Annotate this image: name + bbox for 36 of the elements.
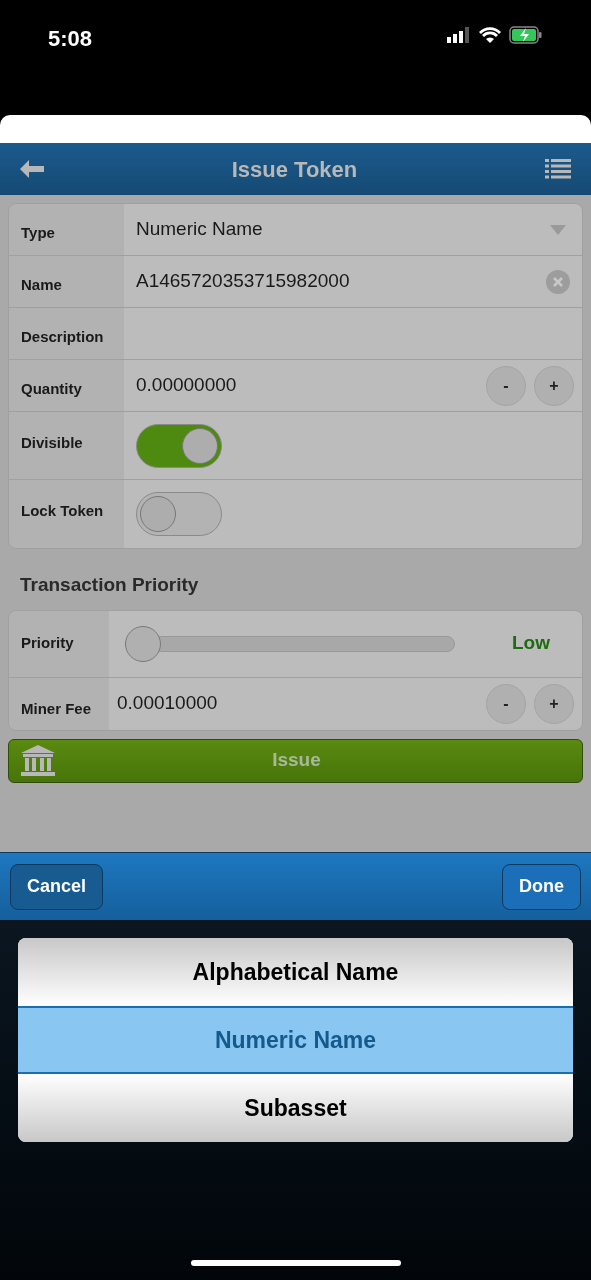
field-label: Type xyxy=(21,223,55,244)
plus-button[interactable]: + xyxy=(534,365,574,406)
toggle-switch[interactable] xyxy=(136,423,222,468)
field-label: Miner Fee xyxy=(21,699,92,720)
battery-charging-icon xyxy=(509,26,543,44)
minus-button[interactable]: - xyxy=(486,365,526,406)
field-label: Description xyxy=(21,327,104,348)
picker-option[interactable]: Numeric Name xyxy=(18,1006,573,1074)
description-field[interactable] xyxy=(124,308,582,359)
section-title: Transaction Priority xyxy=(20,573,200,597)
signal-icon xyxy=(447,27,471,43)
field-value: A1465720353715982000 xyxy=(136,269,350,294)
priority-slider[interactable] xyxy=(125,625,455,662)
status-time: 5:08 xyxy=(48,25,93,53)
field-label: Lock Token xyxy=(21,501,104,521)
field-value: 0.00010000 xyxy=(117,691,218,716)
slider-thumb[interactable] xyxy=(125,625,161,662)
field-label: Name xyxy=(21,275,62,296)
dropdown-caret-icon xyxy=(550,224,566,235)
clear-icon[interactable] xyxy=(546,269,570,294)
field-label: Quantity xyxy=(21,379,82,400)
field-label: Priority xyxy=(21,633,74,651)
list-icon[interactable] xyxy=(545,159,571,179)
field-value: 0.00000000 xyxy=(136,373,237,398)
cancel-button[interactable]: Cancel xyxy=(10,863,104,910)
page-title: Issue Token xyxy=(230,155,359,184)
field-value: Numeric Name xyxy=(136,217,263,242)
plus-button[interactable]: + xyxy=(534,683,574,724)
priority-reading: Low xyxy=(512,631,550,656)
bank-icon xyxy=(21,744,55,777)
toggle-switch[interactable] xyxy=(136,492,222,536)
minus-button[interactable]: - xyxy=(486,683,526,724)
done-button[interactable]: Done xyxy=(502,863,581,910)
wifi-icon xyxy=(479,27,501,43)
field-label: Divisible xyxy=(21,433,83,453)
back-arrow-icon[interactable] xyxy=(20,160,44,178)
